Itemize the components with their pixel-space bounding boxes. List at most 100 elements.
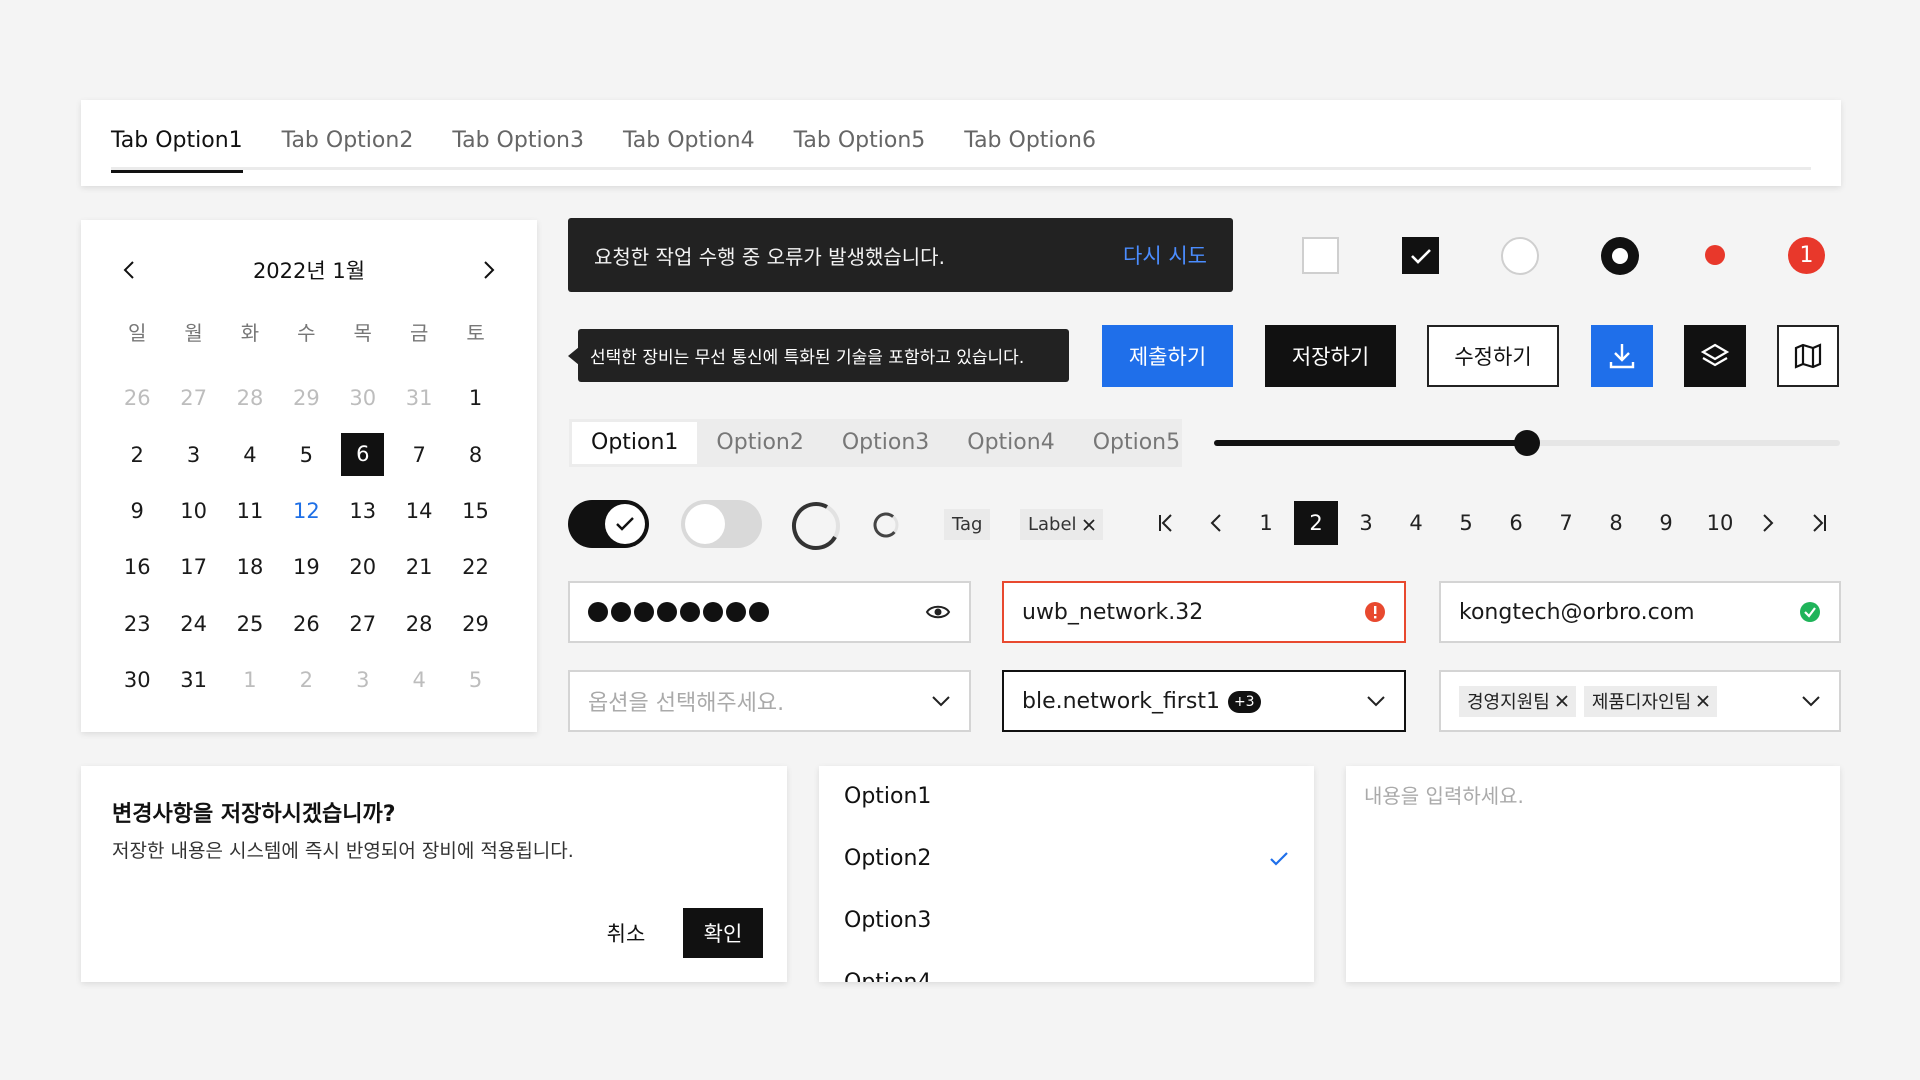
calendar-day[interactable]: 19 xyxy=(278,539,334,595)
calendar-day[interactable]: 1 xyxy=(222,652,278,708)
page-button-6[interactable]: 6 xyxy=(1494,501,1538,545)
calendar-day[interactable]: 16 xyxy=(109,539,165,595)
close-icon[interactable] xyxy=(1697,695,1709,707)
network-select[interactable]: ble.network_first1 +3 xyxy=(1002,670,1406,732)
edit-button[interactable]: 수정하기 xyxy=(1427,325,1559,387)
calendar-day[interactable]: 27 xyxy=(335,596,391,652)
page-button-1[interactable]: 1 xyxy=(1244,501,1288,545)
calendar-day[interactable]: 4 xyxy=(391,652,447,708)
calendar-day[interactable]: 21 xyxy=(391,539,447,595)
next-month-button[interactable] xyxy=(471,252,507,288)
toggle-on[interactable] xyxy=(568,500,649,548)
page-button-5[interactable]: 5 xyxy=(1444,501,1488,545)
calendar-day[interactable]: 25 xyxy=(222,596,278,652)
calendar-day[interactable]: 28 xyxy=(391,596,447,652)
option-select[interactable]: 옵션을 선택해주세요. xyxy=(568,670,971,732)
calendar-day[interactable]: 13 xyxy=(335,483,391,539)
calendar-day[interactable]: 8 xyxy=(447,426,503,482)
tab-option-1[interactable]: Tab Option1 xyxy=(111,122,243,173)
eye-icon[interactable] xyxy=(925,603,951,621)
radio-unselected[interactable] xyxy=(1501,237,1539,275)
map-button[interactable] xyxy=(1777,325,1839,387)
calendar-day[interactable]: 24 xyxy=(165,596,221,652)
calendar-day[interactable]: 15 xyxy=(447,483,503,539)
password-field[interactable] xyxy=(568,581,971,643)
option-item[interactable]: Option1 xyxy=(844,784,1289,809)
option-item[interactable]: Option2 xyxy=(844,846,1289,871)
page-button-8[interactable]: 8 xyxy=(1594,501,1638,545)
calendar-day[interactable]: 1 xyxy=(447,370,503,426)
save-button[interactable]: 저장하기 xyxy=(1265,325,1396,387)
calendar-day[interactable]: 31 xyxy=(165,652,221,708)
layers-button[interactable] xyxy=(1684,325,1746,387)
submit-button[interactable]: 제출하기 xyxy=(1102,325,1233,387)
page-button-7[interactable]: 7 xyxy=(1544,501,1588,545)
last-page-button[interactable] xyxy=(1797,501,1841,545)
page-button-3[interactable]: 3 xyxy=(1344,501,1388,545)
segment-option-5[interactable]: Option5 xyxy=(1074,422,1199,464)
content-textarea[interactable] xyxy=(1364,780,1822,968)
checkbox-checked[interactable] xyxy=(1402,237,1439,274)
confirm-button[interactable]: 확인 xyxy=(683,908,763,958)
calendar-day[interactable]: 26 xyxy=(109,370,165,426)
close-icon[interactable] xyxy=(1556,695,1568,707)
tab-option-4[interactable]: Tab Option4 xyxy=(623,122,755,170)
tab-option-2[interactable]: Tab Option2 xyxy=(282,122,414,170)
calendar-day[interactable]: 3 xyxy=(165,426,221,482)
radio-selected[interactable] xyxy=(1601,237,1639,275)
segment-option-2[interactable]: Option2 xyxy=(697,422,822,464)
calendar-day-selected[interactable]: 6 xyxy=(335,426,391,482)
segment-option-1[interactable]: Option1 xyxy=(572,422,698,464)
toggle-off[interactable] xyxy=(681,500,762,548)
checkbox-unchecked[interactable] xyxy=(1302,237,1339,274)
calendar-day[interactable]: 27 xyxy=(165,370,221,426)
error-input[interactable]: uwb_network.32 xyxy=(1002,581,1406,643)
segment-option-4[interactable]: Option4 xyxy=(948,422,1073,464)
calendar-day[interactable]: 23 xyxy=(109,596,165,652)
calendar-day[interactable]: 29 xyxy=(447,596,503,652)
calendar-day[interactable]: 2 xyxy=(278,652,334,708)
calendar-day[interactable]: 5 xyxy=(447,652,503,708)
tab-option-6[interactable]: Tab Option6 xyxy=(964,122,1096,170)
calendar-day[interactable]: 10 xyxy=(165,483,221,539)
calendar-day[interactable]: 20 xyxy=(335,539,391,595)
download-button[interactable] xyxy=(1591,325,1653,387)
retry-button[interactable]: 다시 시도 xyxy=(1123,240,1207,270)
calendar-day[interactable]: 28 xyxy=(222,370,278,426)
calendar-day-today[interactable]: 12 xyxy=(278,483,334,539)
tab-option-3[interactable]: Tab Option3 xyxy=(452,122,584,170)
first-page-button[interactable] xyxy=(1144,501,1188,545)
page-button-2[interactable]: 2 xyxy=(1294,501,1338,545)
page-button-10[interactable]: 10 xyxy=(1694,501,1746,545)
prev-month-button[interactable] xyxy=(111,252,147,288)
page-button-9[interactable]: 9 xyxy=(1644,501,1688,545)
segment-option-3[interactable]: Option3 xyxy=(823,422,948,464)
calendar-day[interactable]: 18 xyxy=(222,539,278,595)
calendar-day[interactable]: 7 xyxy=(391,426,447,482)
calendar-day[interactable]: 2 xyxy=(109,426,165,482)
calendar-day[interactable]: 31 xyxy=(391,370,447,426)
calendar-day[interactable]: 17 xyxy=(165,539,221,595)
next-page-button[interactable] xyxy=(1746,501,1790,545)
calendar-day[interactable]: 29 xyxy=(278,370,334,426)
team-multiselect[interactable]: 경영지원팀 제품디자인팀 xyxy=(1439,670,1841,732)
page-button-4[interactable]: 4 xyxy=(1394,501,1438,545)
calendar-day[interactable]: 22 xyxy=(447,539,503,595)
email-field[interactable]: kongtech@orbro.com xyxy=(1439,581,1841,643)
calendar-day[interactable]: 14 xyxy=(391,483,447,539)
calendar-day[interactable]: 5 xyxy=(278,426,334,482)
calendar-day[interactable]: 9 xyxy=(109,483,165,539)
option-item[interactable]: Option4 xyxy=(844,970,1289,982)
calendar-day[interactable]: 3 xyxy=(335,652,391,708)
calendar-day[interactable]: 30 xyxy=(335,370,391,426)
calendar-day[interactable]: 4 xyxy=(222,426,278,482)
cancel-button[interactable]: 취소 xyxy=(598,908,654,958)
calendar-day[interactable]: 11 xyxy=(222,483,278,539)
prev-page-button[interactable] xyxy=(1194,501,1238,545)
tab-option-5[interactable]: Tab Option5 xyxy=(794,122,926,170)
close-icon[interactable] xyxy=(1082,518,1095,531)
calendar-day[interactable]: 26 xyxy=(278,596,334,652)
option-item[interactable]: Option3 xyxy=(844,908,1289,933)
slider-handle[interactable] xyxy=(1514,430,1540,456)
calendar-day[interactable]: 30 xyxy=(109,652,165,708)
